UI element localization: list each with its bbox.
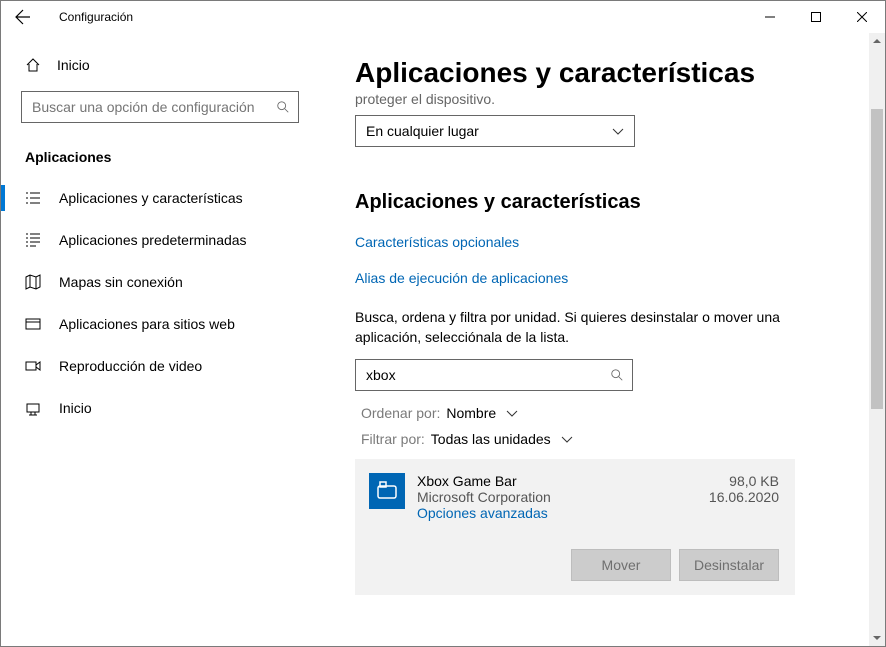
scroll-thumb[interactable] [871, 109, 883, 409]
window-title: Configuración [59, 10, 133, 24]
app-icon [369, 473, 405, 509]
nav-label: Mapas sin conexión [59, 274, 183, 290]
app-actions: Mover Desinstalar [369, 549, 779, 581]
filter-by-control[interactable]: Filtrar por: Todas las unidades [355, 431, 845, 447]
app-size: 98,0 KB [709, 473, 779, 489]
move-button: Mover [571, 549, 671, 581]
main-content: Aplicaciones y características proteger … [319, 33, 885, 646]
nav-label: Reproducción de video [59, 358, 202, 374]
chevron-down-icon [506, 407, 518, 419]
scroll-down-button[interactable] [869, 630, 885, 646]
advanced-options-link[interactable]: Opciones avanzadas [417, 505, 697, 521]
app-publisher: Microsoft Corporation [417, 489, 697, 505]
uninstall-button: Desinstalar [679, 549, 779, 581]
sidebar: Inicio Aplicaciones Aplicaciones y carac… [1, 33, 319, 646]
window-body: Inicio Aplicaciones Aplicaciones y carac… [1, 33, 885, 646]
sidebar-search[interactable] [21, 91, 299, 123]
search-icon [276, 100, 290, 114]
video-icon [25, 358, 41, 374]
search-icon [610, 368, 624, 382]
home-icon [25, 57, 41, 73]
sort-label: Ordenar por: [361, 405, 440, 421]
optional-features-link[interactable]: Características opcionales [355, 234, 845, 250]
nav-offline-maps[interactable]: Mapas sin conexión [1, 261, 319, 303]
defaults-icon [25, 232, 41, 248]
map-icon [25, 274, 41, 290]
home-label: Inicio [57, 57, 90, 73]
window-controls [747, 1, 885, 33]
main-scrollbar[interactable] [869, 33, 885, 646]
nav-label: Aplicaciones y características [59, 190, 243, 206]
sidebar-section-label: Aplicaciones [1, 123, 319, 177]
list-icon [25, 190, 41, 206]
chevron-down-icon [561, 433, 573, 445]
close-icon [857, 12, 867, 22]
filter-label: Filtrar por: [361, 431, 425, 447]
chevron-down-icon [612, 125, 624, 137]
source-description-partial: proteger el dispositivo. [355, 91, 845, 107]
nav-default-apps[interactable]: Aplicaciones predeterminadas [1, 219, 319, 261]
nav-label: Aplicaciones para sitios web [59, 316, 235, 332]
dropdown-value: En cualquier lugar [366, 123, 479, 139]
back-arrow-icon [15, 9, 31, 25]
app-row-top: Xbox Game Bar Microsoft Corporation Opci… [369, 473, 779, 521]
app-search-box[interactable] [355, 359, 633, 391]
sort-value: Nombre [446, 405, 496, 421]
startup-icon [25, 400, 41, 416]
close-button[interactable] [839, 1, 885, 33]
sidebar-search-input[interactable] [32, 99, 276, 115]
nav-apps-websites[interactable]: Aplicaciones para sitios web [1, 303, 319, 345]
maximize-icon [811, 12, 821, 22]
app-search-input[interactable] [366, 367, 610, 383]
app-list-item[interactable]: Xbox Game Bar Microsoft Corporation Opci… [355, 459, 795, 595]
home-button[interactable]: Inicio [1, 47, 319, 83]
titlebar-left: Configuración [9, 3, 133, 31]
minimize-button[interactable] [747, 1, 793, 33]
filter-description: Busca, ordena y filtra por unidad. Si qu… [355, 308, 785, 347]
sidebar-nav: Aplicaciones y características Aplicacio… [1, 177, 319, 429]
websites-icon [25, 316, 41, 332]
maximize-button[interactable] [793, 1, 839, 33]
back-button[interactable] [9, 3, 37, 31]
minimize-icon [765, 12, 775, 22]
titlebar: Configuración [1, 1, 885, 33]
sort-by-control[interactable]: Ordenar por: Nombre [355, 405, 845, 421]
page-heading: Aplicaciones y características [355, 57, 845, 89]
nav-startup[interactable]: Inicio [1, 387, 319, 429]
nav-label: Aplicaciones predeterminadas [59, 232, 247, 248]
nav-video-playback[interactable]: Reproducción de video [1, 345, 319, 387]
nav-label: Inicio [59, 400, 92, 416]
app-info: Xbox Game Bar Microsoft Corporation Opci… [417, 473, 697, 521]
app-meta: 98,0 KB 16.06.2020 [709, 473, 779, 521]
scroll-up-button[interactable] [869, 33, 885, 49]
scroll-track[interactable] [869, 49, 885, 630]
xbox-gamebar-icon [377, 481, 397, 501]
install-source-dropdown[interactable]: En cualquier lugar [355, 115, 635, 147]
nav-apps-features[interactable]: Aplicaciones y características [1, 177, 319, 219]
execution-alias-link[interactable]: Alias de ejecución de aplicaciones [355, 270, 845, 286]
app-date: 16.06.2020 [709, 489, 779, 505]
settings-window: Configuración Inicio Aplicaciones [0, 0, 886, 647]
app-name: Xbox Game Bar [417, 473, 697, 489]
section-heading: Aplicaciones y características [355, 191, 845, 214]
filter-value: Todas las unidades [431, 431, 551, 447]
